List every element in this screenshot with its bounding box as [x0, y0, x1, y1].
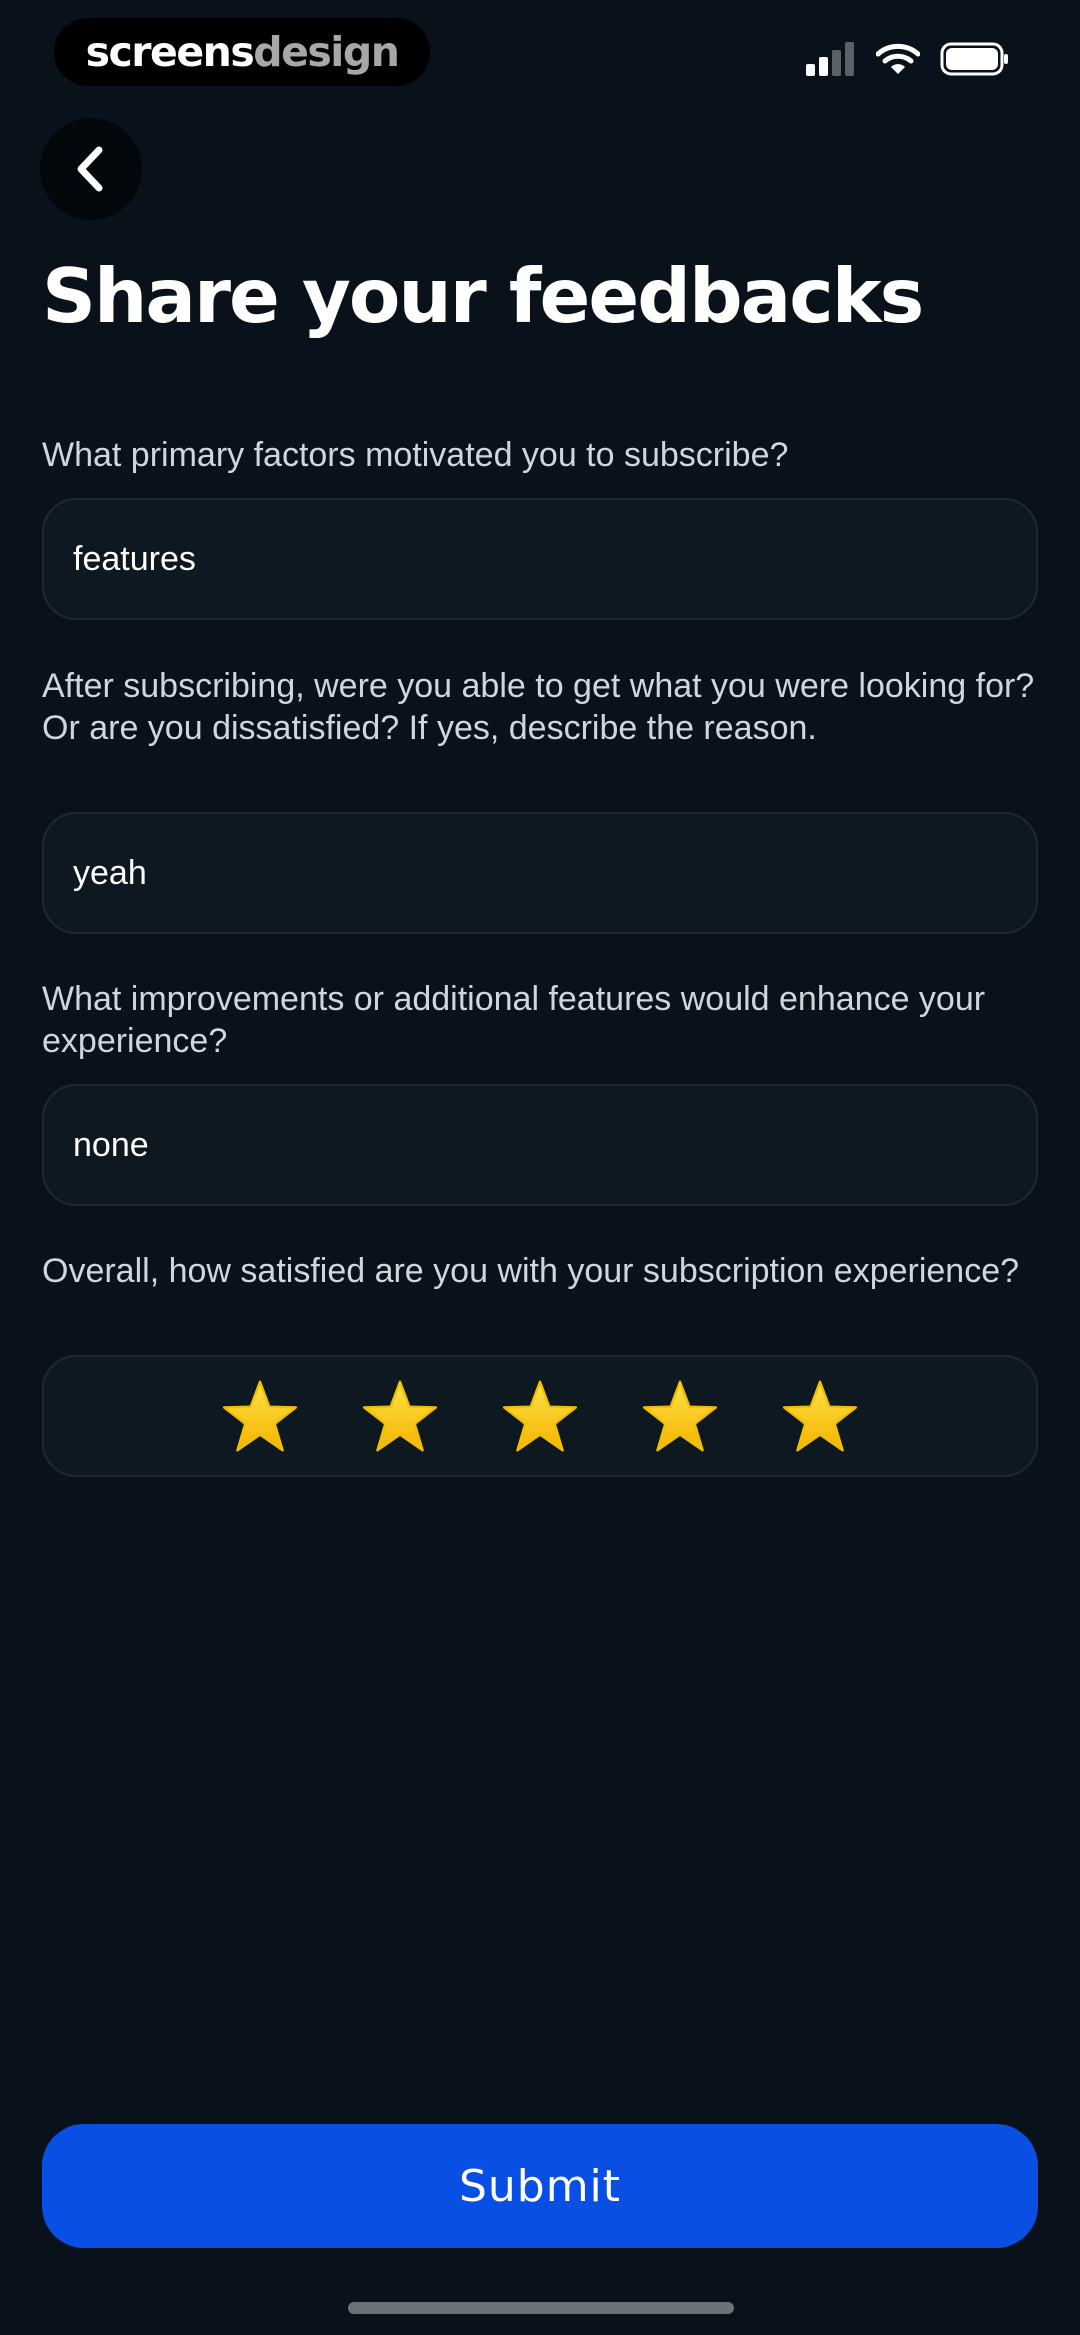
status-bar: screens design [0, 0, 1080, 110]
page-title: Share your feedbacks [42, 252, 924, 340]
star-icon[interactable] [361, 1377, 439, 1455]
question-3-label: What improvements or additional features… [42, 980, 986, 1060]
rating-label: Overall, how satisfied are you with your… [42, 1252, 1020, 1290]
question-2-label: After subscribing, were you able to get … [42, 667, 1035, 747]
question-1-input[interactable]: features [42, 498, 1038, 620]
back-button[interactable] [40, 118, 142, 220]
wifi-icon [876, 43, 920, 74]
brand-logo: screens design [54, 18, 430, 86]
status-icons [806, 42, 1010, 76]
home-indicator [348, 2302, 734, 2314]
question-1-label: What primary factors motivated you to su… [42, 436, 789, 474]
star-icon[interactable] [501, 1377, 579, 1455]
question-2-input[interactable]: yeah [42, 812, 1038, 934]
question-3-input[interactable]: none [42, 1084, 1038, 1206]
battery-icon [940, 42, 1008, 76]
star-icon[interactable] [641, 1377, 719, 1455]
brand-logo-part1: screens [85, 28, 255, 76]
cellular-signal-icon [806, 42, 854, 76]
brand-logo-part2: design [253, 28, 400, 76]
chevron-left-icon [77, 146, 103, 192]
star-icon[interactable] [221, 1377, 299, 1455]
submit-button[interactable]: Submit [42, 2124, 1038, 2248]
star-icon[interactable] [781, 1377, 859, 1455]
star-rating[interactable] [42, 1355, 1038, 1477]
